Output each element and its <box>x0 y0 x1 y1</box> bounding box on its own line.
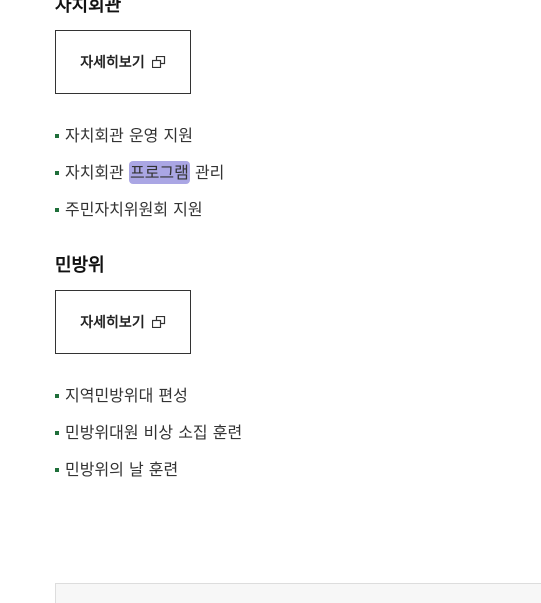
bullet-icon <box>55 171 59 175</box>
list-item-text-prefix: 자치회관 <box>65 163 129 182</box>
bullet-icon <box>55 468 59 472</box>
section-self-government-hall: 자치회관 자세히보기 자치회관 운영 지원 자치회관 프로그램 관리 주민자치위… <box>55 0 224 228</box>
list-item-text: 민방위의 날 훈련 <box>65 460 179 479</box>
list-item-text: 민방위대원 비상 소집 훈련 <box>65 423 243 442</box>
list-item: 자치회관 프로그램 관리 <box>55 154 224 191</box>
footer-panel <box>55 583 541 603</box>
list-item-text-suffix: 관리 <box>189 163 225 182</box>
list-item: 지역민방위대 편성 <box>55 377 242 414</box>
new-window-icon <box>151 315 166 329</box>
list-item-text: 자치회관 운영 지원 <box>65 126 193 145</box>
list-item: 민방위대원 비상 소집 훈련 <box>55 414 242 451</box>
task-list: 지역민방위대 편성 민방위대원 비상 소집 훈련 민방위의 날 훈련 <box>55 377 242 488</box>
list-item: 자치회관 운영 지원 <box>55 117 224 154</box>
list-item-text: 지역민방위대 편성 <box>65 386 188 405</box>
search-highlight: 프로그램 <box>128 161 190 184</box>
list-item-text: 주민자치위원회 지원 <box>65 200 203 219</box>
bullet-icon <box>55 394 59 398</box>
detail-button[interactable]: 자세히보기 <box>55 30 191 94</box>
new-window-icon <box>151 55 166 69</box>
page: 자치회관 자세히보기 자치회관 운영 지원 자치회관 프로그램 관리 주민자치위… <box>0 0 541 603</box>
task-list: 자치회관 운영 지원 자치회관 프로그램 관리 주민자치위원회 지원 <box>55 117 224 228</box>
detail-button-label: 자세히보기 <box>80 315 145 331</box>
section-title: 민방위 <box>55 255 105 276</box>
bullet-icon <box>55 208 59 212</box>
list-item: 민방위의 날 훈련 <box>55 451 242 488</box>
section-civil-defense: 민방위 자세히보기 지역민방위대 편성 민방위대원 비상 소집 훈련 민방위의 <box>55 255 242 488</box>
detail-button[interactable]: 자세히보기 <box>55 290 191 354</box>
bullet-icon <box>55 134 59 138</box>
detail-button-label: 자세히보기 <box>80 55 145 71</box>
section-title: 자치회관 <box>55 0 122 16</box>
list-item: 주민자치위원회 지원 <box>55 191 224 228</box>
bullet-icon <box>55 431 59 435</box>
